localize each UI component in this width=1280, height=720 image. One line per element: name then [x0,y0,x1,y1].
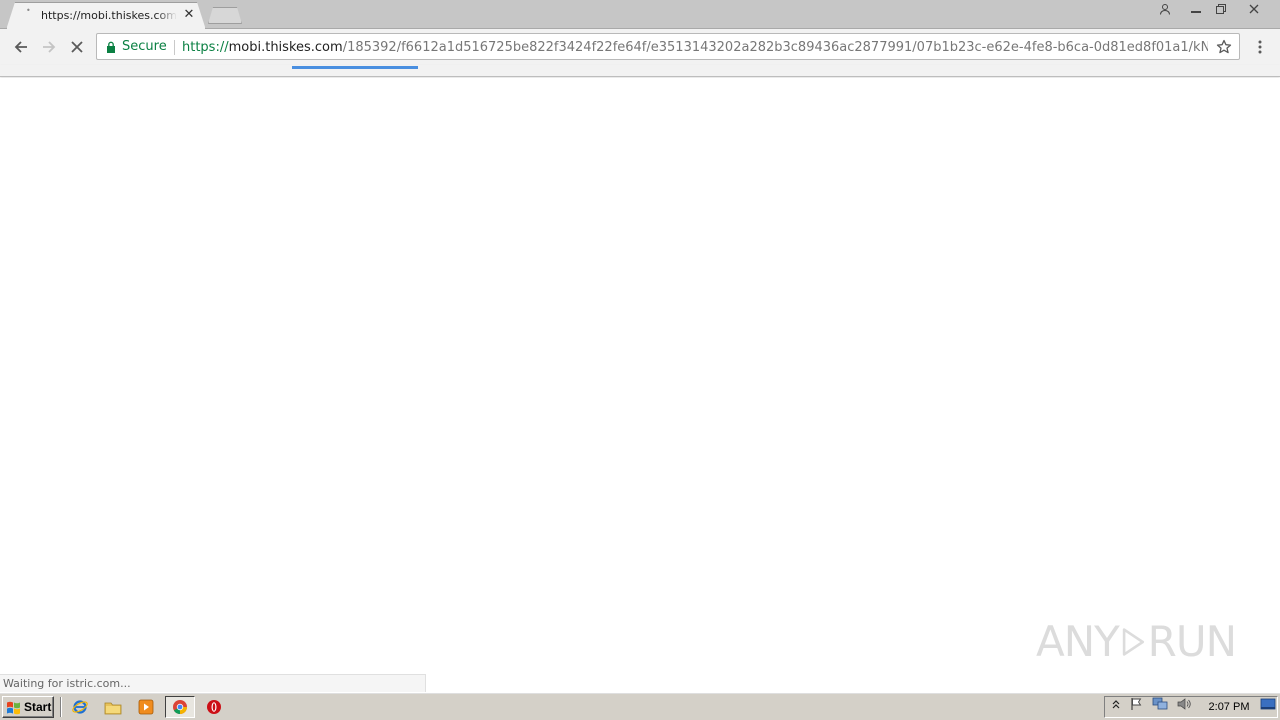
browser-toolbar: Secure https://mobi.thiskes.com/185392/f… [0,29,1280,65]
tab-close-icon[interactable]: ✕ [182,8,196,22]
chrome-icon[interactable] [165,696,195,718]
windows-logo-icon [7,701,20,714]
watermark-text-left: ANY [1036,617,1120,666]
toolbar-bottom-edge [0,65,1280,77]
stop-icon [71,41,83,53]
url-path: /185392/f6612a1d516725be822f3424f22fe64f… [342,40,1208,55]
minimize-icon[interactable] [1183,0,1209,18]
stop-loading-button[interactable] [65,35,89,59]
new-tab-button[interactable] [208,7,242,24]
internet-explorer-icon[interactable] [69,697,91,717]
kebab-menu-icon [1258,40,1262,54]
url-host: mobi.thiskes.com [228,40,343,55]
status-bubble: Waiting for istric.com... [0,674,426,692]
restore-icon[interactable] [1208,0,1234,18]
loading-favicon-icon: • [26,6,31,15]
close-window-icon[interactable] [1238,0,1270,18]
arrow-left-icon [14,41,27,53]
page-loading-progress [292,66,418,69]
file-explorer-icon[interactable] [102,697,124,717]
back-button[interactable] [9,35,33,59]
anyrun-watermark: ANY RUN [1036,610,1237,674]
browser-menu-button[interactable] [1250,35,1270,59]
windows-taskbar: Start 2:07 PM [0,692,1280,720]
volume-icon[interactable] [1176,696,1192,712]
url-text[interactable]: https://mobi.thiskes.com/185392/f6612a1d… [182,39,1208,56]
omnibox-divider [174,40,175,55]
taskbar-separator [60,697,62,717]
opera-icon[interactable] [203,697,225,717]
watermark-text-right: RUN [1147,617,1237,666]
start-label: Start [24,700,52,714]
browser-title-bar: • https://mobi.thiskes.com/185392/f6612a… [0,0,1280,30]
media-player-icon[interactable] [135,697,157,717]
star-icon[interactable] [1216,39,1232,55]
start-button[interactable]: Start [2,696,54,718]
action-center-flag-icon[interactable] [1129,696,1145,712]
network-icon[interactable] [1152,696,1168,712]
show-desktop-icon[interactable] [1260,696,1276,712]
show-hidden-icons-arrow[interactable] [1108,696,1124,712]
page-viewport[interactable] [0,78,1280,692]
taskbar-clock[interactable]: 2:07 PM [1204,699,1254,715]
play-logo-icon [1122,628,1144,656]
secure-label[interactable]: Secure [122,39,167,55]
forward-button[interactable] [37,35,61,59]
lock-icon [107,41,115,53]
url-scheme: https:// [182,40,229,55]
profile-icon[interactable] [1152,0,1178,18]
tab-title: https://mobi.thiskes.com/185392/f6612a1d… [41,9,177,22]
arrow-right-icon [43,41,56,53]
browser-tab-content[interactable]: • https://mobi.thiskes.com/185392/f6612a… [6,2,206,30]
address-bar[interactable]: Secure https://mobi.thiskes.com/185392/f… [96,33,1240,60]
